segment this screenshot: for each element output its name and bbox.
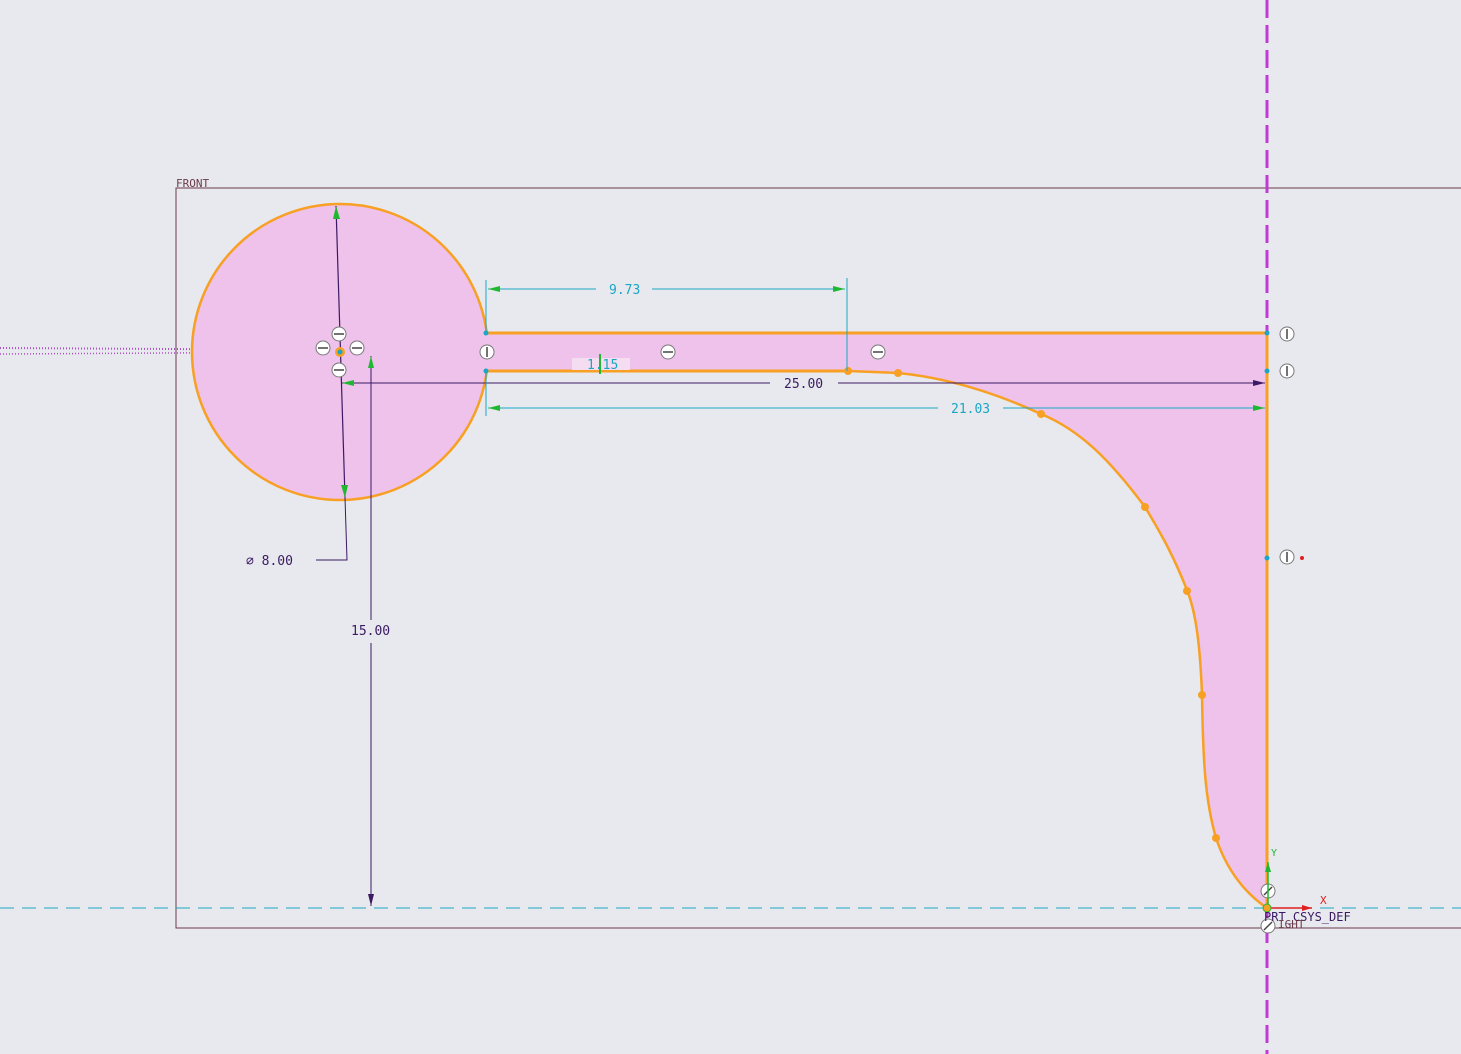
dimension-width-top-value[interactable]: 9.73 [609, 283, 640, 298]
sketch-arm-region[interactable] [486, 333, 1267, 908]
front-plane-label: FRONT [176, 177, 209, 190]
csys-marker[interactable]: Y X PRT_CSYS_DEF IGHT [1262, 848, 1351, 931]
dimension-length-lower-value[interactable]: 21.03 [951, 402, 990, 417]
csys-y-label: Y [1271, 848, 1277, 859]
point-marker[interactable] [1300, 556, 1304, 560]
circle-center-marker[interactable] [335, 347, 345, 357]
dimension-thickness-value[interactable]: 1.15 [587, 358, 618, 373]
csys-name-label: PRT_CSYS_DEF [1264, 910, 1351, 924]
vertical-constraint-icon[interactable] [1279, 326, 1295, 565]
csys-x-label: X [1320, 894, 1327, 907]
dimension-diameter-value[interactable]: ∅ 8.00 [246, 554, 293, 569]
sketch-canvas[interactable]: FRONT 9.73 1.15 25.00 21.03 ∅ 8.00 15.00… [0, 0, 1461, 1054]
dimension-height-value[interactable]: 15.00 [351, 624, 390, 639]
dimension-length-total-value[interactable]: 25.00 [784, 377, 823, 392]
right-plane-label: IGHT [1278, 918, 1305, 931]
